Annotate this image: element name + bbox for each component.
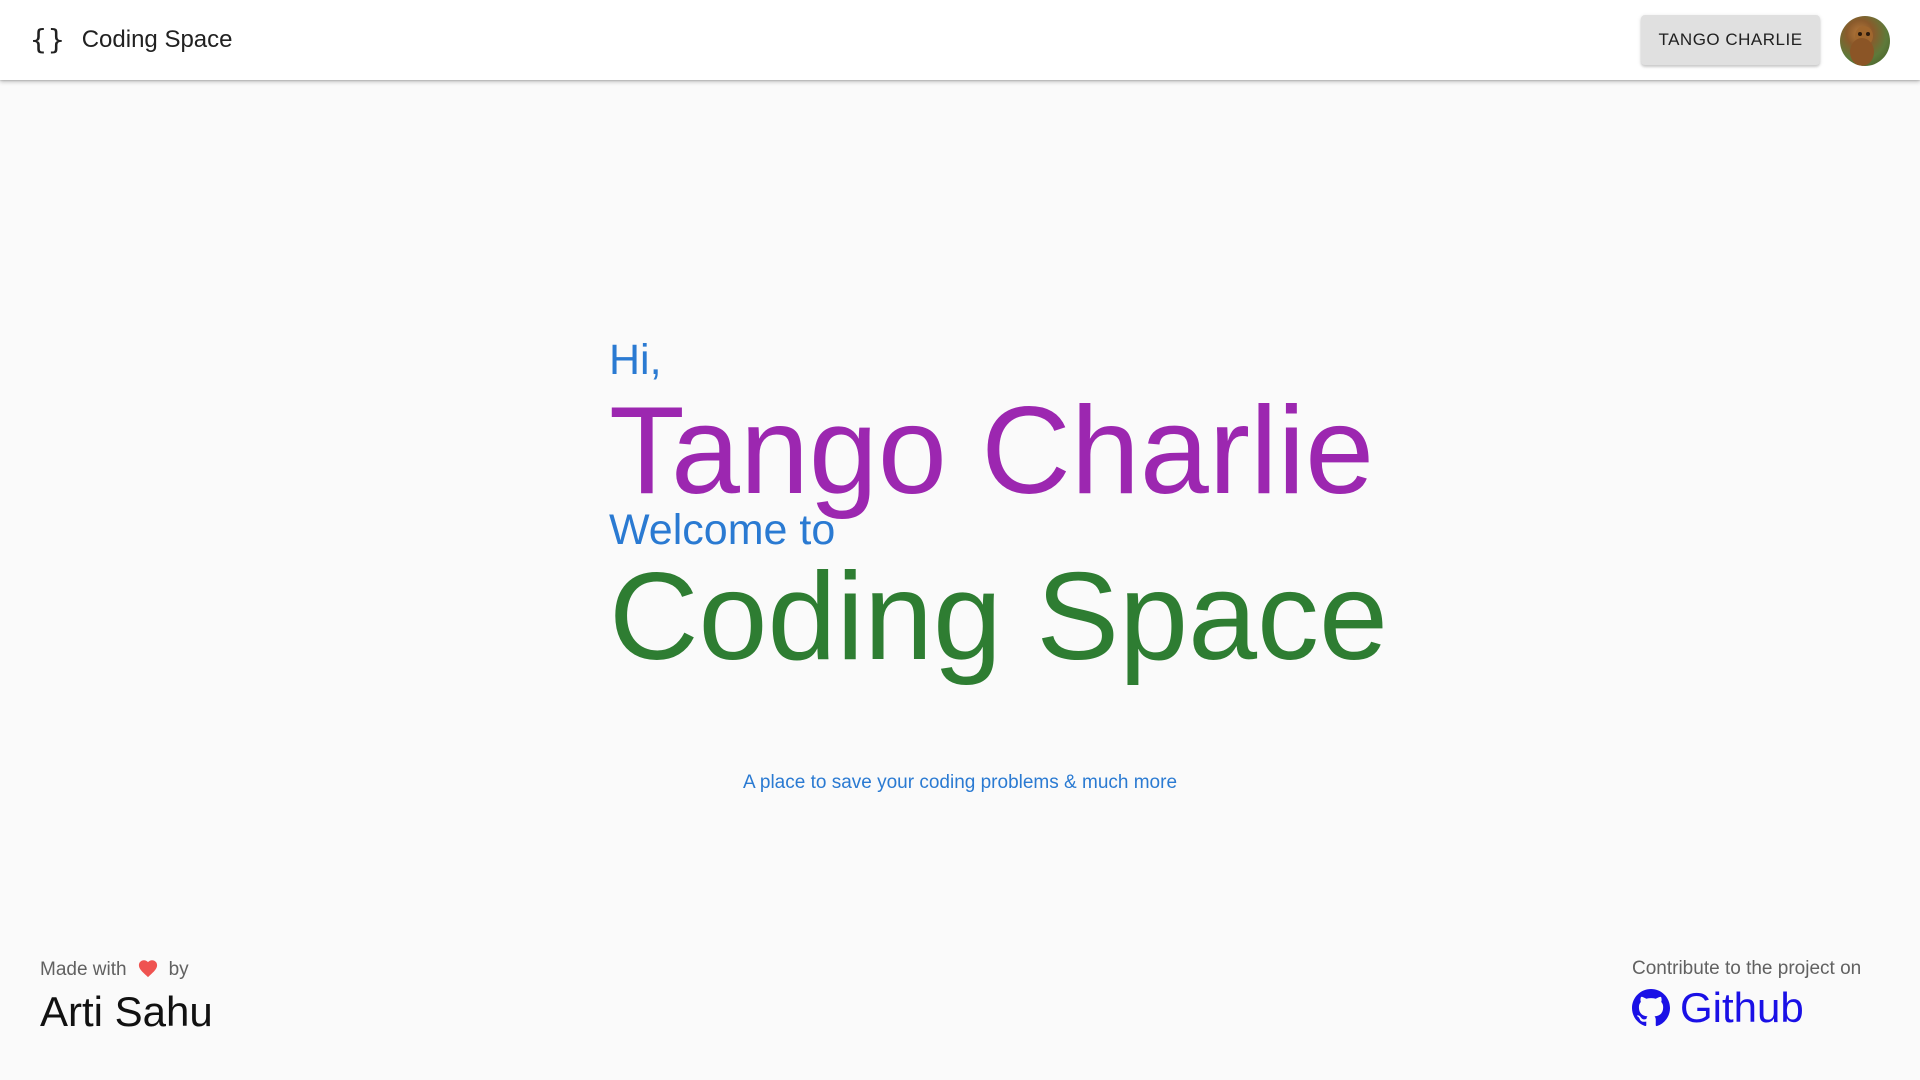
author-name: Arti Sahu	[40, 988, 213, 1035]
app-name-heading: Coding Space	[609, 548, 1388, 686]
code-braces-icon: {}	[30, 23, 66, 56]
app-bar: {} Coding Space TANGO CHARLIE	[0, 0, 1920, 80]
by-text: by	[168, 959, 189, 980]
greeting-text: Hi,	[609, 336, 662, 384]
user-name-button[interactable]: TANGO CHARLIE	[1641, 15, 1820, 65]
contribute-text: Contribute to the project on	[1632, 958, 1862, 979]
footer-credits: Made with by Arti Sahu	[40, 958, 213, 1036]
brand[interactable]: {} Coding Space	[30, 0, 233, 80]
app-title: Coding Space	[81, 26, 233, 53]
github-icon	[1632, 989, 1670, 1027]
made-with-line: Made with by	[40, 958, 213, 982]
heart-icon	[137, 958, 159, 982]
avatar-photo-icon	[1850, 26, 1874, 66]
tagline: A place to save your coding problems & m…	[742, 772, 1178, 793]
github-label: Github	[1680, 984, 1804, 1031]
welcome-hero: Hi, Tango Charlie Welcome to Coding Spac…	[609, 330, 1388, 686]
user-avatar[interactable]	[1840, 16, 1890, 66]
made-with-text: Made with	[40, 959, 127, 980]
user-name-heading: Tango Charlie	[609, 382, 1375, 520]
github-link[interactable]: Github	[1632, 984, 1861, 1032]
footer-contribute: Contribute to the project on Github	[1632, 958, 1861, 1032]
